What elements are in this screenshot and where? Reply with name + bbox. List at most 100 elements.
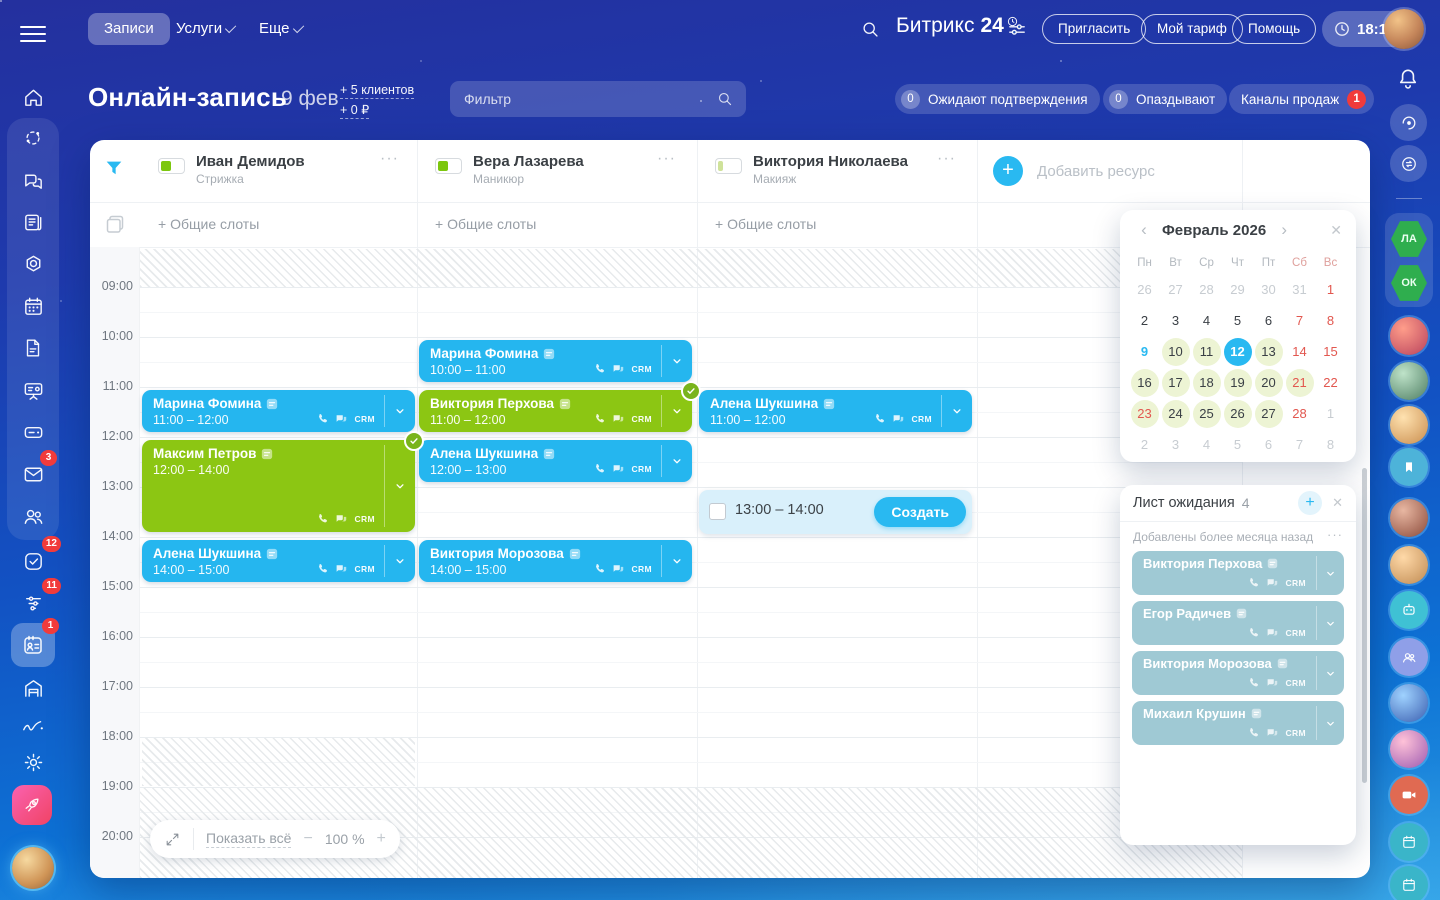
- calendar-day[interactable]: 28: [1286, 400, 1314, 428]
- calendar-day[interactable]: 1: [1317, 276, 1345, 304]
- sidebar-item-warehouse[interactable]: [11, 668, 55, 708]
- appointment-card[interactable]: Виктория Морозова 14:00 – 15:00 CRM: [419, 540, 692, 582]
- copilot-button[interactable]: [1390, 104, 1427, 141]
- group-chat[interactable]: [1390, 638, 1428, 676]
- clients-count-link[interactable]: + 5 клиентов: [340, 81, 414, 99]
- common-slots-button[interactable]: + Общие слоты: [435, 216, 536, 232]
- appointment-card[interactable]: Алена Шукшина 11:00 – 12:00 CRM: [699, 390, 972, 432]
- close-icon[interactable]: ✕: [1330, 222, 1342, 239]
- topbar-menu-esche[interactable]: Еще: [259, 13, 305, 45]
- calendar-day[interactable]: 16: [1131, 369, 1159, 397]
- saved-messages-chat[interactable]: [1390, 448, 1428, 486]
- resource-toggle[interactable]: [158, 158, 185, 174]
- chat-avatar[interactable]: [1390, 499, 1428, 537]
- add-to-waiting-list-button[interactable]: +: [1298, 491, 1322, 515]
- invite-button[interactable]: Пригласить: [1042, 14, 1146, 44]
- sidebar-item-tasks[interactable]: 12: [11, 541, 55, 581]
- sidebar-item-marketing[interactable]: [11, 370, 55, 410]
- calendar-day[interactable]: 29: [1224, 276, 1252, 304]
- my-profile-avatar[interactable]: [12, 847, 54, 889]
- calendar-day[interactable]: 19: [1224, 369, 1252, 397]
- create-slot-card[interactable]: 13:00 – 14:00 Создать: [699, 490, 972, 534]
- add-resource-button[interactable]: + Добавить ресурс: [977, 140, 1242, 202]
- sidebar-item-crm[interactable]: 11: [11, 583, 55, 623]
- calendar-day[interactable]: 27: [1162, 276, 1190, 304]
- chat-avatar[interactable]: [1390, 730, 1428, 768]
- zoom-out-button[interactable]: −: [303, 830, 312, 848]
- calendar-day[interactable]: 17: [1162, 369, 1190, 397]
- sidebar-item-home[interactable]: [11, 77, 55, 117]
- pending-confirmation-badge[interactable]: 0 Ожидают подтверждения: [895, 84, 1100, 114]
- calendar-day[interactable]: 13: [1255, 338, 1283, 366]
- appointment-expand-button[interactable]: [941, 395, 972, 427]
- chat-avatar[interactable]: [1390, 546, 1428, 584]
- sidebar-item-network[interactable]: [11, 118, 55, 158]
- slot-checkbox[interactable]: [709, 503, 726, 520]
- show-all-link[interactable]: Показать всё: [206, 830, 291, 848]
- sidebar-item-feed[interactable]: [11, 202, 55, 242]
- calendar-day[interactable]: 8: [1317, 307, 1345, 335]
- hamburger-menu-button[interactable]: [20, 21, 46, 47]
- next-month-button[interactable]: ›: [1274, 220, 1294, 240]
- calendar-day[interactable]: 7: [1286, 431, 1314, 459]
- appointment-card[interactable]: Виктория Перхова 11:00 – 12:00 CRM: [419, 390, 692, 432]
- search-icon[interactable]: [716, 90, 734, 108]
- calendar-day[interactable]: 14: [1286, 338, 1314, 366]
- waiting-list-card[interactable]: Егор Радичев CRM: [1132, 601, 1344, 645]
- calendar-day[interactable]: 18: [1193, 369, 1221, 397]
- filter-input[interactable]: [462, 90, 716, 108]
- my-tariff-button[interactable]: Мой тариф: [1141, 14, 1243, 44]
- waiting-expand-button[interactable]: [1316, 556, 1344, 590]
- common-slots-button[interactable]: + Общие слоты: [158, 216, 259, 232]
- calendar-chat[interactable]: [1390, 866, 1428, 900]
- waiting-expand-button[interactable]: [1316, 656, 1344, 690]
- appointment-expand-button[interactable]: [661, 545, 692, 577]
- appointment-card[interactable]: Алена Шукшина 12:00 – 13:00 CRM: [419, 440, 692, 482]
- calendar-day[interactable]: 1: [1317, 400, 1345, 428]
- calendar-day[interactable]: 20: [1255, 369, 1283, 397]
- calendar-day[interactable]: 10: [1162, 338, 1190, 366]
- search-icon[interactable]: [860, 19, 881, 40]
- calendar-day[interactable]: 6: [1255, 431, 1283, 459]
- calendar-day[interactable]: 24: [1162, 400, 1190, 428]
- calendar-day[interactable]: 26: [1131, 276, 1159, 304]
- appointment-card[interactable]: Алена Шукшина 14:00 – 15:00 CRM: [142, 540, 415, 582]
- topbar-tab-zapisi[interactable]: Записи: [88, 13, 170, 45]
- calendar-day[interactable]: 31: [1286, 276, 1314, 304]
- calendar-day[interactable]: 22: [1317, 369, 1345, 397]
- zoom-in-button[interactable]: +: [377, 830, 386, 848]
- sidebar-item-sign[interactable]: [11, 706, 55, 746]
- calendar-day[interactable]: 27: [1255, 400, 1283, 428]
- vertical-scrollbar[interactable]: [1362, 468, 1367, 783]
- resource-menu-button[interactable]: ···: [657, 150, 676, 168]
- waiting-list-card[interactable]: Михаил Крушин CRM: [1132, 701, 1344, 745]
- waiting-list-menu-button[interactable]: ···: [1327, 527, 1343, 542]
- calendar-day[interactable]: 21: [1286, 369, 1314, 397]
- waiting-list-card[interactable]: Виктория Перхова CRM: [1132, 551, 1344, 595]
- common-slots-button[interactable]: + Общие слоты: [715, 216, 816, 232]
- calendar-chat[interactable]: [1390, 823, 1428, 861]
- sidebar-item-mail[interactable]: 3: [11, 454, 55, 494]
- appointment-expand-button[interactable]: [661, 445, 692, 477]
- sidebar-item-employees[interactable]: [11, 496, 55, 536]
- calendar-day[interactable]: 30: [1255, 276, 1283, 304]
- resource-menu-button[interactable]: ···: [380, 150, 399, 168]
- waiting-list-card[interactable]: Виктория Морозова CRM: [1132, 651, 1344, 695]
- expand-icon[interactable]: [164, 831, 181, 848]
- bot-chat[interactable]: [1390, 591, 1428, 629]
- calendar-day[interactable]: 6: [1255, 307, 1283, 335]
- calendar-day[interactable]: 5: [1224, 307, 1252, 335]
- appointment-card[interactable]: Марина Фомина 11:00 – 12:00 CRM: [142, 390, 415, 432]
- calendar-day[interactable]: 26: [1224, 400, 1252, 428]
- calendar-day[interactable]: 8: [1317, 431, 1345, 459]
- calendar-day[interactable]: 15: [1317, 338, 1345, 366]
- sidebar-item-messenger[interactable]: [11, 161, 55, 201]
- calendar-day[interactable]: 23: [1131, 400, 1159, 428]
- sidebar-item-booking-active[interactable]: 1: [11, 623, 55, 667]
- calendar-day[interactable]: 7: [1286, 307, 1314, 335]
- calendar-day[interactable]: 3: [1162, 307, 1190, 335]
- sidebar-item-calendar[interactable]: [11, 286, 55, 326]
- notifications-button[interactable]: [1395, 66, 1421, 92]
- user-avatar[interactable]: [1384, 9, 1424, 49]
- topbar-menu-uslugi[interactable]: Услуги: [176, 13, 237, 45]
